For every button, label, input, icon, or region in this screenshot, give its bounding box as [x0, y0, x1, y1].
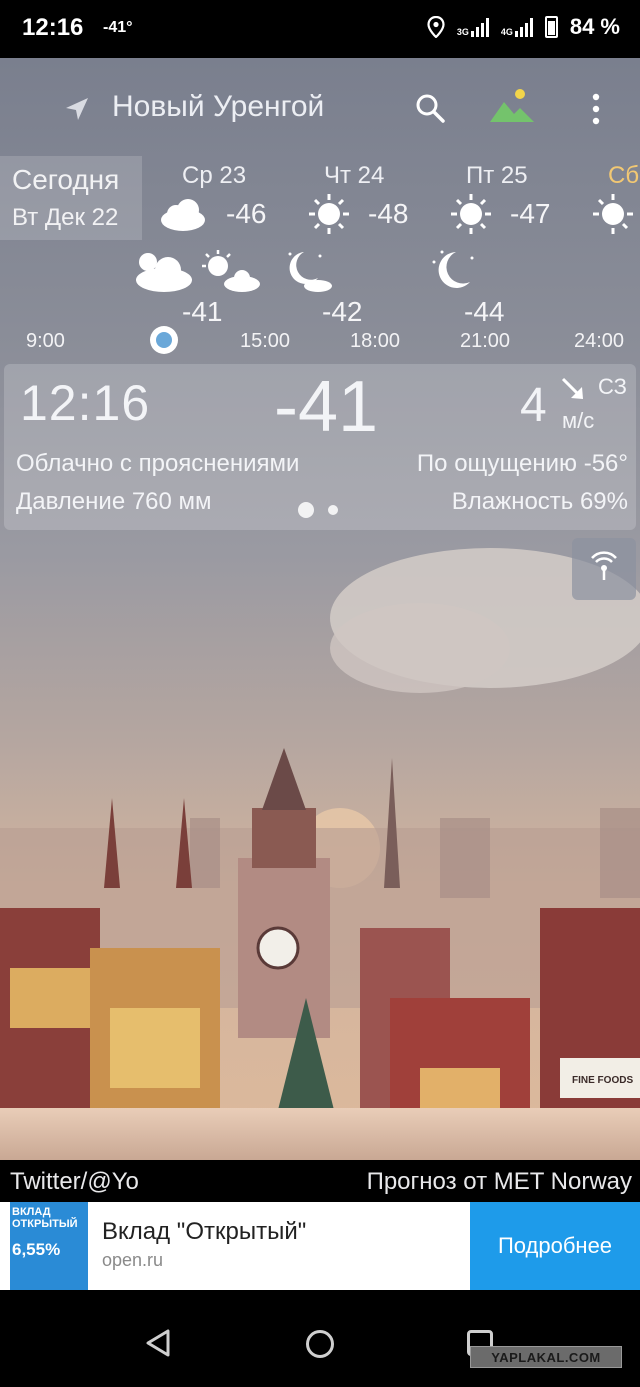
signal-icon-2	[514, 17, 533, 37]
sun-icon	[451, 194, 491, 234]
status-icons: 3G 4G 84 %	[427, 14, 620, 40]
ad-url[interactable]: open.ru	[102, 1250, 163, 1271]
moon-icon	[432, 250, 474, 288]
battery-icon	[544, 16, 558, 38]
now-marker	[150, 326, 178, 354]
current-time: 12:16	[20, 375, 151, 431]
hour-label: 21:00	[460, 330, 511, 352]
status-temp: -41°	[103, 19, 133, 36]
radar-button[interactable]	[572, 538, 636, 600]
current-conditions[interactable]: 12:16 -41 4 СЗ м/с Облачно с прояснениям…	[4, 364, 636, 530]
hourly-forecast[interactable]: -41 -42 -44 9:00 15:00 18:00 21:00 24:00	[0, 248, 640, 358]
today-tile[interactable]: Сегодня Вт Дек 22	[0, 156, 142, 240]
day-tile[interactable]: Чт 24 -48	[302, 156, 442, 240]
store-sign: FINE FOODS	[572, 1075, 633, 1086]
network-3g: 3G	[456, 27, 469, 37]
sun-icon	[593, 194, 633, 234]
home-icon[interactable]	[306, 1330, 334, 1358]
forecast-source[interactable]: Прогноз от MET Norway	[367, 1168, 632, 1196]
sun-icon	[309, 194, 349, 234]
wind-arrow-icon	[561, 377, 583, 399]
network-4g: 4G	[500, 27, 513, 37]
daily-forecast: Сегодня Вт Дек 22 Ср 23 -46 Чт 24 -48 Пт…	[0, 156, 640, 240]
ad-banner[interactable]: ВКЛАД ОТКРЫТЫЙ 6,55% Вклад "Открытый" op…	[0, 1202, 640, 1290]
hour-temp: -44	[464, 296, 505, 327]
sun-cloud-icon	[202, 250, 260, 292]
battery-level: 84 %	[569, 14, 620, 39]
current-temp: -41	[274, 367, 379, 447]
today-date: Вт Дек 22	[12, 204, 119, 231]
back-icon[interactable]	[144, 1328, 174, 1358]
ad-title[interactable]: Вклад "Открытый"	[102, 1218, 306, 1246]
ad-thumbnail[interactable]: ВКЛАД ОТКРЫТЫЙ 6,55%	[10, 1202, 88, 1290]
wind-unit: м/с	[562, 408, 595, 433]
cloud-icon	[161, 199, 205, 231]
watermark: YAPLAKAL.COM	[470, 1346, 622, 1368]
page-indicator	[298, 502, 338, 518]
landscape-icon[interactable]	[488, 88, 536, 124]
top-bar: Новый Уренгой	[0, 78, 640, 138]
day-tile[interactable]: Ср 23 -46	[160, 156, 300, 240]
status-bar: 12:16 -41° 3G 4G 84 %	[0, 0, 640, 58]
ad-thumb-text: ВКЛАД ОТКРЫТЫЙ	[12, 1206, 78, 1230]
credits-bar: Twitter/@Yo Прогноз от MET Norway	[0, 1160, 640, 1202]
cloud-sun-icon	[136, 253, 192, 292]
city-name[interactable]: Новый Уренгой	[112, 90, 324, 124]
location-pin-icon	[427, 16, 445, 38]
radar-icon	[591, 551, 617, 580]
feels-like: По ощущению -56°	[416, 450, 628, 477]
location-arrow-icon[interactable]	[64, 96, 90, 122]
day-tile[interactable]: Пт 25 -47	[444, 156, 584, 240]
status-time: 12:16	[22, 14, 84, 41]
day-tile[interactable]: Сб	[586, 156, 640, 240]
day-name: Сб	[608, 162, 640, 189]
search-icon[interactable]	[414, 92, 446, 124]
hour-label: 15:00	[240, 330, 291, 352]
today-label: Сегодня	[12, 164, 120, 195]
ad-thumb-rate: 6,55%	[12, 1240, 61, 1259]
ad-cta-button[interactable]: Подробнее	[470, 1202, 640, 1290]
day-temp: -47	[510, 198, 551, 229]
day-temp: -48	[368, 198, 409, 229]
day-temp: -46	[226, 198, 267, 229]
illustration-credit[interactable]: Twitter/@Yo	[10, 1168, 139, 1196]
wind-speed: 4	[520, 379, 547, 432]
city-illustration: FINE FOODS	[0, 548, 640, 1160]
day-name: Ср 23	[182, 162, 247, 189]
condition-text: Облачно с прояснениями	[16, 450, 300, 477]
hour-temp: -41	[182, 296, 223, 327]
more-vert-icon[interactable]	[584, 92, 608, 126]
wind-direction: СЗ	[598, 374, 627, 399]
hour-label: 18:00	[350, 330, 401, 352]
hour-temp: -42	[322, 296, 363, 327]
hour-label: 24:00	[574, 330, 625, 352]
humidity: Влажность 69%	[451, 488, 628, 515]
page-dot	[328, 505, 338, 515]
page-dot-active	[298, 502, 314, 518]
pressure: Давление 760 мм	[16, 488, 212, 515]
signal-icon	[470, 17, 489, 37]
weather-app: FINE FOODS Новый Уренгой Сегодня Вт Дек …	[0, 58, 640, 1160]
day-name: Чт 24	[324, 162, 385, 189]
hour-label: 9:00	[26, 330, 65, 352]
system-nav-bar: YAPLAKAL.COM	[0, 1290, 640, 1387]
day-name: Пт 25	[466, 162, 528, 189]
moon-cloud-icon	[288, 252, 332, 292]
